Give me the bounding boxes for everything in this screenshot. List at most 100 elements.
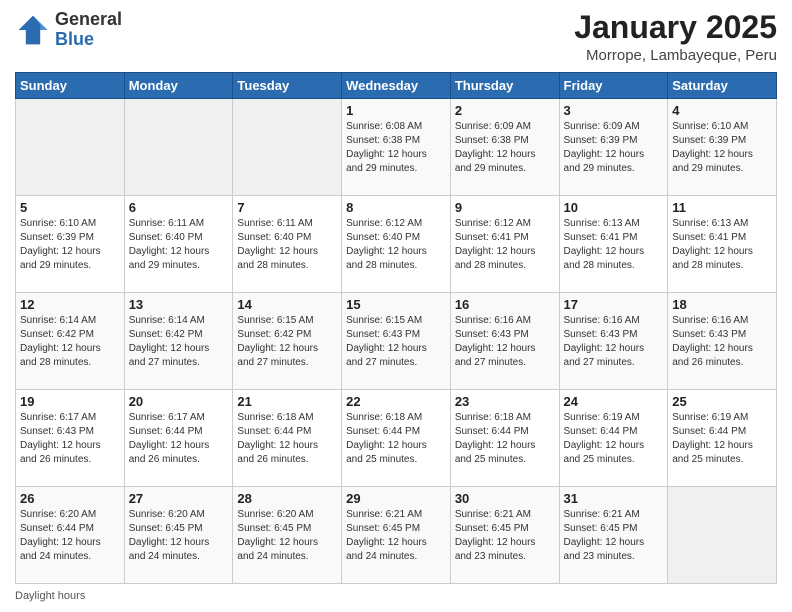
calendar-cell: 28 Sunrise: 6:20 AM Sunset: 6:45 PM Dayli… — [233, 487, 342, 584]
calendar-cell — [16, 99, 125, 196]
logo-text: General Blue — [55, 10, 122, 50]
day-info: Sunrise: 6:11 AM Sunset: 6:40 PM Dayligh… — [129, 217, 229, 273]
calendar-cell: 8 Sunrise: 6:12 AM Sunset: 6:40 PM Daylig… — [342, 196, 451, 293]
calendar-cell: 6 Sunrise: 6:11 AM Sunset: 6:40 PM Daylig… — [124, 196, 233, 293]
day-number: 20 — [129, 394, 229, 409]
page: General Blue January 2025 Morrope, Lamba… — [0, 0, 792, 612]
logo: General Blue — [15, 10, 122, 50]
day-number: 28 — [237, 491, 337, 506]
day-info: Sunrise: 6:12 AM Sunset: 6:41 PM Dayligh… — [455, 217, 555, 273]
day-number: 13 — [129, 297, 229, 312]
calendar-cell: 15Sunrise: 6:15 AM Sunset: 6:43 PM Dayli… — [342, 293, 451, 390]
logo-icon — [15, 12, 51, 48]
calendar-week-row: 1 Sunrise: 6:08 AM Sunset: 6:38 PM Daylig… — [16, 99, 777, 196]
day-info: Sunrise: 6:20 AM Sunset: 6:45 PM Dayligh… — [237, 508, 337, 564]
calendar-cell: 13Sunrise: 6:14 AM Sunset: 6:42 PM Dayli… — [124, 293, 233, 390]
day-info: Sunrise: 6:20 AM Sunset: 6:45 PM Dayligh… — [129, 508, 229, 564]
day-number: 29 — [346, 491, 446, 506]
day-number: 21 — [237, 394, 337, 409]
day-number: 31 — [564, 491, 664, 506]
day-info: Sunrise: 6:10 AM Sunset: 6:39 PM Dayligh… — [20, 217, 120, 273]
calendar-cell: 7 Sunrise: 6:11 AM Sunset: 6:40 PM Daylig… — [233, 196, 342, 293]
day-number: 6 — [129, 200, 229, 215]
day-number: 10 — [564, 200, 664, 215]
calendar-cell: 20Sunrise: 6:17 AM Sunset: 6:44 PM Dayli… — [124, 390, 233, 487]
calendar-cell: 11Sunrise: 6:13 AM Sunset: 6:41 PM Dayli… — [668, 196, 777, 293]
calendar-cell: 16Sunrise: 6:16 AM Sunset: 6:43 PM Dayli… — [450, 293, 559, 390]
calendar-week-row: 5 Sunrise: 6:10 AM Sunset: 6:39 PM Daylig… — [16, 196, 777, 293]
day-info: Sunrise: 6:15 AM Sunset: 6:43 PM Dayligh… — [346, 314, 446, 370]
calendar-cell: 4 Sunrise: 6:10 AM Sunset: 6:39 PM Daylig… — [668, 99, 777, 196]
calendar-week-row: 19Sunrise: 6:17 AM Sunset: 6:43 PM Dayli… — [16, 390, 777, 487]
day-number: 27 — [129, 491, 229, 506]
calendar-table: SundayMondayTuesdayWednesdayThursdayFrid… — [15, 72, 777, 584]
day-number: 23 — [455, 394, 555, 409]
day-info: Sunrise: 6:14 AM Sunset: 6:42 PM Dayligh… — [20, 314, 120, 370]
day-info: Sunrise: 6:19 AM Sunset: 6:44 PM Dayligh… — [672, 411, 772, 467]
day-number: 17 — [564, 297, 664, 312]
day-info: Sunrise: 6:19 AM Sunset: 6:44 PM Dayligh… — [564, 411, 664, 467]
logo-general-text: General — [55, 10, 122, 30]
day-number: 4 — [672, 103, 772, 118]
calendar-cell: 2Sunrise: 6:09 AM Sunset: 6:38 PM Daylig… — [450, 99, 559, 196]
day-number: 5 — [20, 200, 120, 215]
subtitle: Morrope, Lambayeque, Peru — [574, 47, 777, 64]
day-number: 1 — [346, 103, 446, 118]
calendar-cell: 3Sunrise: 6:09 AM Sunset: 6:39 PM Daylig… — [559, 99, 668, 196]
day-number: 7 — [237, 200, 337, 215]
day-info: Sunrise: 6:16 AM Sunset: 6:43 PM Dayligh… — [564, 314, 664, 370]
calendar-cell — [668, 487, 777, 584]
calendar-header-cell: Wednesday — [342, 73, 451, 99]
calendar-cell: 5 Sunrise: 6:10 AM Sunset: 6:39 PM Daylig… — [16, 196, 125, 293]
calendar-header-cell: Sunday — [16, 73, 125, 99]
day-info: Sunrise: 6:21 AM Sunset: 6:45 PM Dayligh… — [455, 508, 555, 564]
calendar-cell: 9Sunrise: 6:12 AM Sunset: 6:41 PM Daylig… — [450, 196, 559, 293]
day-info: Sunrise: 6:13 AM Sunset: 6:41 PM Dayligh… — [564, 217, 664, 273]
day-info: Sunrise: 6:21 AM Sunset: 6:45 PM Dayligh… — [564, 508, 664, 564]
day-number: 22 — [346, 394, 446, 409]
day-number: 8 — [346, 200, 446, 215]
calendar-header-cell: Thursday — [450, 73, 559, 99]
calendar-cell: 19Sunrise: 6:17 AM Sunset: 6:43 PM Dayli… — [16, 390, 125, 487]
day-info: Sunrise: 6:17 AM Sunset: 6:43 PM Dayligh… — [20, 411, 120, 467]
day-number: 30 — [455, 491, 555, 506]
day-info: Sunrise: 6:08 AM Sunset: 6:38 PM Dayligh… — [346, 120, 446, 176]
calendar-week-row: 12Sunrise: 6:14 AM Sunset: 6:42 PM Dayli… — [16, 293, 777, 390]
day-number: 2 — [455, 103, 555, 118]
main-title: January 2025 — [574, 10, 777, 45]
calendar-cell: 27 Sunrise: 6:20 AM Sunset: 6:45 PM Dayli… — [124, 487, 233, 584]
calendar-cell: 23 Sunrise: 6:18 AM Sunset: 6:44 PM Dayli… — [450, 390, 559, 487]
calendar-cell: 18Sunrise: 6:16 AM Sunset: 6:43 PM Dayli… — [668, 293, 777, 390]
day-number: 25 — [672, 394, 772, 409]
daylight-label: Daylight hours — [15, 590, 85, 602]
day-info: Sunrise: 6:13 AM Sunset: 6:41 PM Dayligh… — [672, 217, 772, 273]
header: General Blue January 2025 Morrope, Lamba… — [15, 10, 777, 64]
calendar-cell — [124, 99, 233, 196]
calendar-cell — [233, 99, 342, 196]
calendar-week-row: 26Sunrise: 6:20 AM Sunset: 6:44 PM Dayli… — [16, 487, 777, 584]
day-info: Sunrise: 6:18 AM Sunset: 6:44 PM Dayligh… — [346, 411, 446, 467]
day-info: Sunrise: 6:10 AM Sunset: 6:39 PM Dayligh… — [672, 120, 772, 176]
day-info: Sunrise: 6:15 AM Sunset: 6:42 PM Dayligh… — [237, 314, 337, 370]
day-number: 26 — [20, 491, 120, 506]
calendar-cell: 10 Sunrise: 6:13 AM Sunset: 6:41 PM Dayli… — [559, 196, 668, 293]
calendar-cell: 1 Sunrise: 6:08 AM Sunset: 6:38 PM Daylig… — [342, 99, 451, 196]
calendar-header-cell: Tuesday — [233, 73, 342, 99]
calendar-cell: 17 Sunrise: 6:16 AM Sunset: 6:43 PM Dayli… — [559, 293, 668, 390]
day-info: Sunrise: 6:16 AM Sunset: 6:43 PM Dayligh… — [672, 314, 772, 370]
calendar-cell: 22 Sunrise: 6:18 AM Sunset: 6:44 PM Dayli… — [342, 390, 451, 487]
calendar-cell: 25 Sunrise: 6:19 AM Sunset: 6:44 PM Dayli… — [668, 390, 777, 487]
title-block: January 2025 Morrope, Lambayeque, Peru — [574, 10, 777, 64]
calendar-cell: 24 Sunrise: 6:19 AM Sunset: 6:44 PM Dayli… — [559, 390, 668, 487]
day-number: 24 — [564, 394, 664, 409]
day-info: Sunrise: 6:18 AM Sunset: 6:44 PM Dayligh… — [455, 411, 555, 467]
day-number: 16 — [455, 297, 555, 312]
footer: Daylight hours — [15, 590, 777, 602]
calendar-cell: 26Sunrise: 6:20 AM Sunset: 6:44 PM Dayli… — [16, 487, 125, 584]
day-info: Sunrise: 6:12 AM Sunset: 6:40 PM Dayligh… — [346, 217, 446, 273]
day-info: Sunrise: 6:09 AM Sunset: 6:39 PM Dayligh… — [564, 120, 664, 176]
calendar-cell: 30 Sunrise: 6:21 AM Sunset: 6:45 PM Dayli… — [450, 487, 559, 584]
calendar-cell: 12Sunrise: 6:14 AM Sunset: 6:42 PM Dayli… — [16, 293, 125, 390]
day-info: Sunrise: 6:11 AM Sunset: 6:40 PM Dayligh… — [237, 217, 337, 273]
calendar-header-cell: Saturday — [668, 73, 777, 99]
